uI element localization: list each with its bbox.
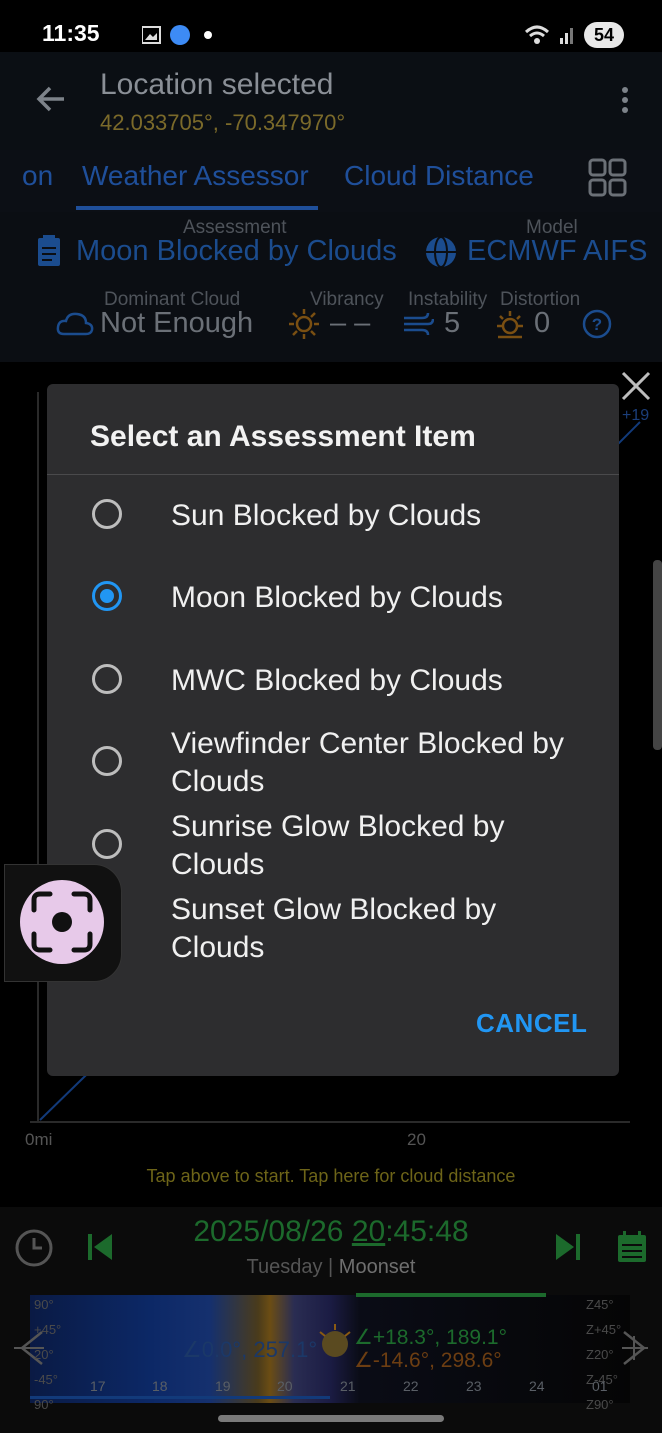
right-angle-labels: Z45° Z+45° Z20° Z-45° Z90° [586, 1292, 621, 1417]
day-text: Tuesday [246, 1256, 323, 1278]
screenshot-button[interactable] [20, 880, 104, 964]
right-angle-label: Z+45° [586, 1322, 622, 1337]
hour-tick: 24 [529, 1378, 545, 1394]
tap-hint[interactable]: Tap above to start. Tap here for cloud d… [0, 1166, 662, 1187]
radio-sun[interactable] [92, 499, 122, 529]
timeline-underline [30, 1396, 330, 1399]
calendar-icon[interactable] [616, 1230, 648, 1269]
gesture-nav-handle[interactable] [218, 1415, 444, 1422]
radio-viewfinder[interactable] [92, 746, 122, 776]
tab-cloud-distance[interactable]: Cloud Distance [344, 160, 534, 192]
right-angle-label: Z20° [586, 1347, 614, 1362]
right-angle-label: Z45° [586, 1297, 614, 1312]
option-viewfinder[interactable]: Viewfinder Center Blocked by Clouds [171, 725, 591, 801]
option-moon[interactable]: Moon Blocked by Clouds [171, 579, 591, 617]
assessment-value[interactable]: Moon Blocked by Clouds [76, 235, 397, 268]
back-arrow-icon[interactable] [34, 84, 68, 119]
option-sunrise-glow[interactable]: Sunrise Glow Blocked by Clouds [171, 808, 591, 884]
moon-readout-1: ∠+18.3°, 189.1° [354, 1326, 507, 1349]
hour-tick: 19 [215, 1378, 231, 1394]
chevron-right-icon[interactable] [618, 1330, 654, 1371]
status-time: 11:35 [42, 20, 100, 46]
hour-tick: 01 [592, 1378, 608, 1394]
axis-mid-label: 20 [407, 1130, 426, 1149]
cloud-icon [56, 310, 94, 343]
right-angle-label: Z90° [586, 1397, 614, 1412]
sun-distortion-icon [494, 308, 526, 345]
model-value[interactable]: ECMWF AIFS [467, 235, 647, 268]
svg-text:?: ? [592, 315, 602, 334]
notification-icons [141, 24, 222, 53]
overflow-menu-icon[interactable] [620, 86, 630, 121]
option-mwc[interactable]: MWC Blocked by Clouds [171, 662, 591, 700]
hour-text: 20 [351, 1215, 386, 1248]
option-sun[interactable]: Sun Blocked by Clouds [171, 497, 591, 535]
date-text: 2025/08/26 [193, 1215, 344, 1248]
tab-weather-assessor[interactable]: Weather Assessor [82, 160, 309, 192]
location-coords: 42.033705°, -70.347970° [100, 110, 346, 135]
tab-previous[interactable]: on [22, 160, 53, 192]
close-icon[interactable] [620, 370, 652, 407]
globe-icon [424, 235, 458, 274]
timeline-progress [356, 1293, 546, 1297]
dominant-cloud-value: Not Enough [100, 307, 254, 339]
vibrancy-value: – – [330, 307, 371, 339]
radio-sunrise-glow[interactable] [92, 829, 122, 859]
chart-right-label: +19 [622, 407, 650, 424]
hour-tick: 23 [466, 1378, 482, 1394]
battery-indicator: 54 [584, 22, 624, 48]
moon-readout-2: ∠-14.6°, 298.6° [354, 1349, 502, 1372]
left-angle-label: 20° [34, 1347, 54, 1362]
hour-tick: 22 [403, 1378, 419, 1394]
left-angle-label: +45° [34, 1322, 62, 1337]
hour-tick: 17 [90, 1378, 106, 1394]
page-title: Location selected [100, 68, 334, 101]
wind-icon [402, 310, 435, 343]
skip-forward-icon[interactable] [554, 1232, 582, 1267]
capture-icon [31, 891, 93, 953]
left-angle-label: 90° [34, 1297, 54, 1312]
time-rest-text: :45:48 [385, 1215, 469, 1248]
sun-readout: ∠0.0°, 257.1° [182, 1337, 318, 1362]
sun-icon [288, 308, 320, 345]
scroll-indicator[interactable] [653, 560, 662, 750]
separator: | [328, 1256, 334, 1278]
cancel-button[interactable]: CANCEL [476, 1008, 587, 1039]
hour-tick: 20 [277, 1378, 293, 1394]
axis-start-label: 0mi [25, 1130, 53, 1149]
help-icon[interactable]: ? [582, 309, 612, 344]
dialog-title: Select an Assessment Item [90, 420, 476, 453]
instability-value: 5 [444, 307, 461, 339]
moon-sun-icon [316, 1322, 354, 1371]
option-sunset-glow[interactable]: Sunset Glow Blocked by Clouds [171, 891, 591, 967]
clipboard-icon [36, 234, 62, 273]
wifi-icon [524, 24, 578, 51]
distortion-value: 0 [534, 307, 551, 339]
hour-tick: 18 [152, 1378, 168, 1394]
radio-mwc[interactable] [92, 664, 122, 694]
dialog-divider [47, 474, 619, 475]
grid-view-icon[interactable] [588, 158, 628, 203]
left-angle-label: -45° [34, 1372, 58, 1387]
hour-tick: 21 [340, 1378, 356, 1394]
event-text: Moonset [338, 1256, 416, 1278]
tab-indicator [76, 206, 318, 210]
radio-moon[interactable] [92, 581, 122, 611]
